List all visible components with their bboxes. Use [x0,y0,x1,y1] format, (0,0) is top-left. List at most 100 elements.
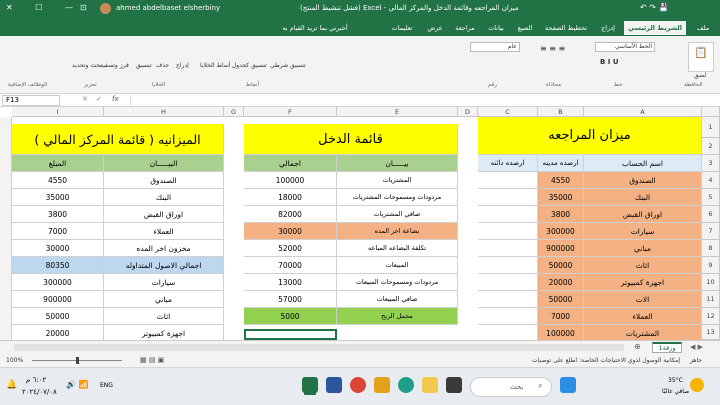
bs-desc-cell[interactable]: مباني [104,291,224,308]
find-select-button[interactable]: بحث وتحديد [72,62,102,69]
tab-insert[interactable]: إدراج [594,21,622,35]
conditional-format-button[interactable]: تنسيق شرطي [270,62,306,69]
is-desc-cell[interactable]: صافي المشتريات [337,206,458,223]
row-header[interactable]: 13 [702,325,720,340]
alignment-buttons[interactable]: ≡ ≡ ≡ [540,44,565,53]
is-total-cell[interactable]: 100000 [244,172,337,189]
accessibility-status[interactable]: إمكانية الوصول لذوي الاحتياجات الخاصة: ا… [440,357,680,364]
ribbon-display-icon[interactable]: ⊡ [80,3,87,12]
user-avatar[interactable] [100,3,111,14]
column-header[interactable]: D [458,107,478,117]
tb-account-cell[interactable]: المشتريات [584,325,702,340]
is-header-total[interactable]: اجمالي [244,155,337,172]
select-all-corner[interactable] [702,107,720,117]
name-box[interactable]: F13 [2,95,60,106]
zoom-thumb[interactable] [76,357,79,364]
tb-debit-cell[interactable]: 7000 [538,308,584,325]
bs-amount-cell[interactable]: 7000 [12,223,104,240]
cancel-icon[interactable]: ✕ [82,95,88,103]
column-header[interactable]: H [104,107,224,117]
tb-account-cell[interactable]: العملاء [584,308,702,325]
tb-debit-cell[interactable]: 3800 [538,206,584,223]
edge-icon[interactable] [398,377,414,393]
enter-icon[interactable]: ✓ [96,95,102,103]
word-icon[interactable] [326,377,342,393]
number-format-box[interactable]: عام [470,42,520,52]
column-header[interactable]: G [224,107,244,117]
bs-desc-cell[interactable]: العملاء [104,223,224,240]
vertical-scrollbar[interactable] [0,117,12,340]
row-header[interactable]: 9 [702,257,720,274]
is-desc-cell[interactable]: مردودات ومسموحات المشتريات [337,189,458,206]
insert-cells-button[interactable]: إدراج [176,62,189,69]
format-cells-button[interactable]: تنسيق [136,62,152,69]
paste-button[interactable]: 📋 [688,42,714,72]
weather-temp[interactable]: 35°C [668,377,683,384]
bs-amount-cell[interactable]: 300000 [12,274,104,291]
notification-bell-icon[interactable]: 🔔 [6,380,17,390]
bs-desc-cell[interactable]: اثاث [104,308,224,325]
bs-desc-cell[interactable]: مخزون اخر المده [104,240,224,257]
row-header[interactable]: 1 [702,117,720,138]
bs-amount-cell[interactable]: 4550 [12,172,104,189]
is-total-cell[interactable]: 5000 [244,308,337,325]
tab-view[interactable]: عرض [422,21,448,35]
weather-desc[interactable]: صافي غالبًا [662,388,689,395]
tab-review[interactable]: مراجعة [450,21,480,35]
is-total-cell[interactable]: 13000 [244,274,337,291]
tb-credit-cell[interactable] [478,223,538,240]
tb-debit-cell[interactable]: 35000 [538,189,584,206]
column-header[interactable]: A [584,107,702,117]
formula-input[interactable] [130,95,715,106]
cell-styles-button[interactable]: أنماط الخلايا [200,62,231,69]
tray-icons[interactable]: 🔊 📶 [66,380,88,389]
bs-header-desc[interactable]: البيـــــان [104,155,224,172]
bs-amount-cell[interactable]: 80350 [12,257,104,274]
user-name[interactable]: ahmed abdelbaset elsherbiny [116,4,220,12]
is-desc-cell[interactable]: صافي المبيعات [337,291,458,308]
income-statement-title[interactable]: قائمة الدخل [244,124,458,155]
tb-debit-cell[interactable]: 20000 [538,274,584,291]
chrome-icon[interactable] [350,377,366,393]
start-icon[interactable] [560,377,576,393]
tab-file[interactable]: ملف [690,21,716,35]
tb-account-cell[interactable]: الصندوق [584,172,702,189]
row-header[interactable]: 10 [702,274,720,291]
is-header-desc[interactable]: بيـــــان [337,155,458,172]
bs-amount-cell[interactable]: 35000 [12,189,104,206]
is-total-cell[interactable]: 52000 [244,240,337,257]
worksheet-grid[interactable]: I H G F E D C B A 1 2 3 4 5 6 7 8 9 10 11 12 13 ميزا… [0,107,720,340]
tb-debit-cell[interactable]: 900000 [538,240,584,257]
is-desc-cell[interactable]: تكلفة البضاعه المباعه [337,240,458,257]
is-total-cell[interactable]: 57000 [244,291,337,308]
format-as-table-button[interactable]: تنسيق كجدول [232,62,267,69]
bs-desc-cell[interactable]: الصندوق [104,172,224,189]
app-icon[interactable] [374,377,390,393]
view-buttons[interactable]: ▦ ▤ ▣ [140,356,164,364]
tb-credit-cell[interactable] [478,274,538,291]
quick-access-icons[interactable]: ↶ ↷ 💾 [640,3,668,12]
bs-desc-cell[interactable]: اجهزة كمبيوتر [104,325,224,340]
tb-header-credit[interactable]: ارصده دائنه [478,155,538,172]
bs-amount-cell[interactable]: 30000 [12,240,104,257]
row-header[interactable]: 5 [702,189,720,206]
is-total-cell[interactable]: 70000 [244,257,337,274]
tb-credit-cell[interactable] [478,206,538,223]
row-header[interactable]: 11 [702,291,720,308]
tb-credit-cell[interactable] [478,240,538,257]
bs-desc-cell[interactable]: سيارات [104,274,224,291]
tb-credit-cell[interactable] [478,291,538,308]
tab-help[interactable]: تعليمات [384,21,420,35]
tb-account-cell[interactable]: اثاث [584,257,702,274]
tb-credit-cell[interactable] [478,325,538,340]
balance-sheet-title[interactable]: الميزانيه ( قائمة المركز المالي ) [12,124,224,155]
is-total-cell[interactable]: 82000 [244,206,337,223]
tb-debit-cell[interactable]: 100000 [538,325,584,340]
zoom-level[interactable]: 100% [6,357,23,364]
bs-amount-cell[interactable]: 3800 [12,206,104,223]
bs-amount-cell[interactable]: 50000 [12,308,104,325]
tb-debit-cell[interactable]: 4550 [538,172,584,189]
tb-credit-cell[interactable] [478,308,538,325]
bs-header-amount[interactable]: المبلغ [12,155,104,172]
sheet-tab-scroll[interactable]: ◀ ▶ [690,343,703,351]
